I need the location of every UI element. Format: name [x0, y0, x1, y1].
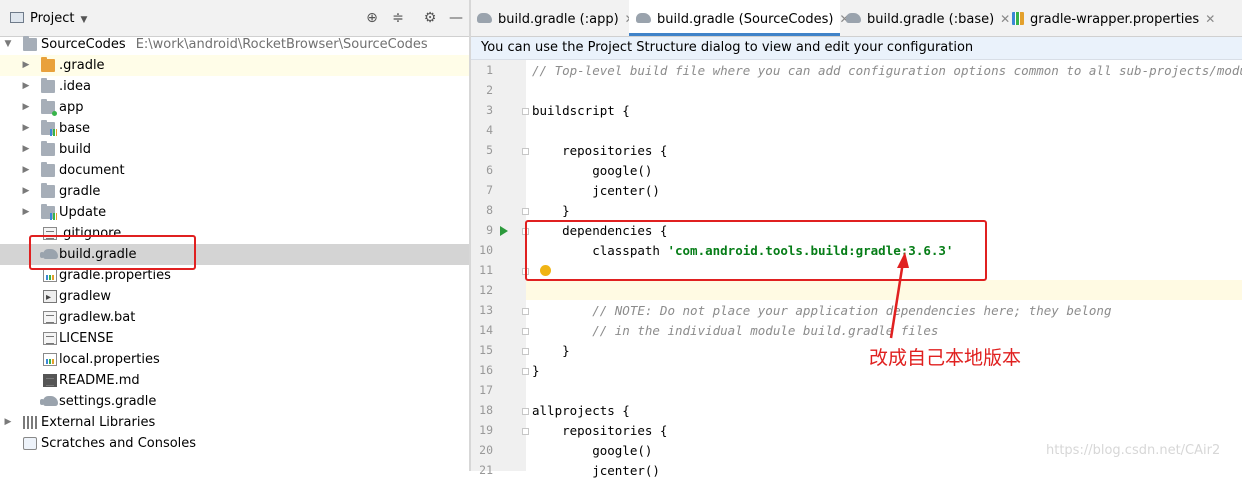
annotation-arrow	[889, 252, 909, 339]
text-file-icon	[43, 311, 57, 324]
folder-icon	[41, 183, 55, 198]
watermark: https://blog.csdn.net/CAir2	[1046, 443, 1221, 458]
chevron-down-icon: ▼	[80, 15, 88, 25]
tree-item-gradlew-bat[interactable]: gradlew.bat	[0, 307, 469, 328]
gear-icon[interactable]: ⚙	[422, 10, 438, 26]
tree-item-idea[interactable]: ▶ .idea	[0, 76, 469, 97]
project-icon	[10, 12, 24, 23]
tree-item-label: app	[59, 100, 84, 115]
collapse-all-icon[interactable]: ≑	[390, 10, 406, 26]
chevron-right-icon[interactable]: ▶	[21, 139, 31, 160]
tree-item-label: README.md	[59, 373, 140, 388]
folder-icon	[41, 162, 55, 177]
tree-item-app[interactable]: ▶ app	[0, 97, 469, 118]
gradle-icon	[40, 396, 58, 406]
chevron-right-icon[interactable]: ▶	[3, 412, 13, 433]
tree-item-label: .gradle	[59, 58, 105, 73]
folder-icon	[41, 57, 55, 72]
tree-item-settings-gradle[interactable]: settings.gradle	[0, 391, 469, 412]
markdown-file-icon	[43, 374, 57, 387]
chevron-right-icon[interactable]: ▶	[21, 97, 31, 118]
project-panel-title: Project	[30, 11, 75, 26]
tree-item-label: gradlew.bat	[59, 310, 136, 325]
tree-item-update[interactable]: ▶ Update	[0, 202, 469, 223]
tree-item-label: settings.gradle	[59, 394, 157, 409]
tree-item-label: External Libraries	[41, 415, 156, 430]
tree-item-document[interactable]: ▶ document	[0, 160, 469, 181]
chevron-down-icon[interactable]: ▼	[3, 34, 13, 55]
tree-item-gradle[interactable]: ▶ gradle	[0, 181, 469, 202]
tree-item-label: SourceCodes	[41, 37, 126, 52]
folder-icon	[41, 141, 55, 156]
tree-item-build[interactable]: ▶ build	[0, 139, 469, 160]
tree-item-label: Update	[59, 205, 107, 220]
locate-icon[interactable]: ⊕	[364, 10, 380, 26]
tree-item-local-properties[interactable]: local.properties	[0, 349, 469, 370]
chevron-right-icon[interactable]: ▶	[21, 76, 31, 97]
project-panel-header: Project ▼ ⊕ ≑ ⚙ —	[0, 0, 469, 37]
tree-item-label: local.properties	[59, 352, 160, 367]
tree-item-label: build	[59, 142, 91, 157]
tree-item-license[interactable]: LICENSE	[0, 328, 469, 349]
tree-item-label: gradle	[59, 184, 101, 199]
tree-item-label: LICENSE	[59, 331, 114, 346]
chevron-right-icon[interactable]: ▶	[21, 55, 31, 76]
library-module-icon	[41, 120, 57, 136]
editor-area: build.gradle (:app)✕ build.gradle (Sourc…	[471, 0, 1242, 478]
tree-item-label: gradlew	[59, 289, 112, 304]
annotation-text: 改成自己本地版本	[869, 347, 1022, 369]
tree-item-base[interactable]: ▶ base	[0, 118, 469, 139]
chevron-right-icon[interactable]: ▶	[21, 160, 31, 181]
tree-item-label: base	[59, 121, 90, 136]
properties-file-icon	[43, 353, 57, 366]
tree-item-path: E:\work\android\RocketBrowser\SourceCode…	[135, 37, 428, 52]
hide-panel-icon[interactable]: —	[448, 10, 464, 26]
chevron-right-icon[interactable]: ▶	[21, 202, 31, 223]
library-module-icon	[41, 204, 57, 220]
chevron-right-icon[interactable]: ▶	[21, 118, 31, 139]
properties-file-icon	[43, 269, 57, 282]
tree-item-label: Scratches and Consoles	[41, 436, 197, 451]
tree-item-external-libraries[interactable]: ▶ External Libraries	[0, 412, 469, 433]
shell-script-icon	[43, 287, 57, 308]
tree-item-label: document	[59, 163, 125, 178]
tree-item-label: .idea	[59, 79, 91, 94]
module-folder-icon	[23, 36, 37, 51]
project-panel: Project ▼ ⊕ ≑ ⚙ — ▼ SourceCodes E:\work\an…	[0, 0, 469, 471]
tree-item-sourcecodes[interactable]: ▼ SourceCodes E:\work\android\RocketBrows…	[0, 34, 469, 55]
project-view-selector[interactable]: Project ▼	[10, 11, 87, 28]
highlight-box-build-gradle	[29, 235, 196, 270]
text-file-icon	[43, 332, 57, 345]
tree-item-gradle-dir[interactable]: ▶ .gradle	[0, 55, 469, 76]
chevron-right-icon[interactable]: ▶	[21, 181, 31, 202]
tree-item-scratches[interactable]: Scratches and Consoles	[0, 433, 469, 454]
module-folder-icon	[41, 99, 57, 116]
folder-icon	[41, 78, 55, 93]
scratches-icon	[23, 437, 37, 450]
tree-item-readme[interactable]: README.md	[0, 370, 469, 391]
tree-item-gradlew[interactable]: gradlew	[0, 286, 469, 308]
library-icon	[23, 416, 37, 429]
